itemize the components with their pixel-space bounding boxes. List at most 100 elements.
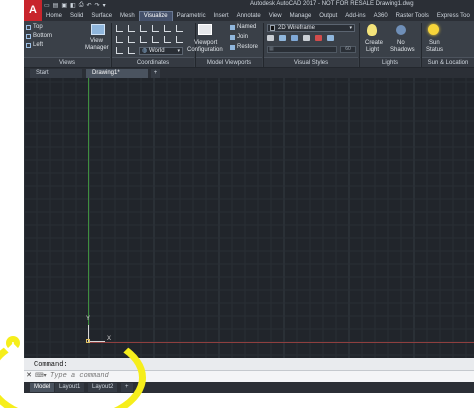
tab-raster-tools[interactable]: Raster Tools <box>392 11 433 21</box>
visual-style-tool-icon[interactable] <box>315 35 322 41</box>
ucs-value: World <box>149 48 165 54</box>
tab-output[interactable]: Output <box>315 11 341 21</box>
tab-add-ins[interactable]: Add-ins <box>341 11 369 21</box>
opacity-slider[interactable]: ▦ <box>267 46 337 53</box>
quick-access-icon[interactable]: ↶ <box>87 2 92 9</box>
quick-access-icon[interactable]: ◧ <box>70 2 76 9</box>
tab-mesh[interactable]: Mesh <box>116 11 139 21</box>
create-light-icon <box>367 24 377 36</box>
tab-annotate[interactable]: Annotate <box>233 11 265 21</box>
chevron-down-icon: ▾ <box>349 25 352 31</box>
ucs-tool-icon[interactable] <box>128 36 135 43</box>
viewport-config-label-2[interactable]: Configuration <box>187 47 223 53</box>
join-icon <box>230 35 235 40</box>
left-view-icon <box>26 43 31 48</box>
tab-a360[interactable]: A360 <box>370 11 392 21</box>
visual-style-tool-icon[interactable] <box>279 35 286 41</box>
chevron-down-icon: ▾ <box>177 48 180 54</box>
ucs-tool-icon[interactable] <box>116 25 123 32</box>
lights-panel-title[interactable]: Lights <box>360 57 420 67</box>
tab-solid[interactable]: Solid <box>66 11 87 21</box>
view-manager-label-2[interactable]: Manager <box>85 45 109 51</box>
tab-drawing1[interactable]: Drawing1* <box>86 69 148 78</box>
ucs-tool-icon[interactable] <box>128 47 135 54</box>
create-light-label-2[interactable]: Light <box>366 47 379 53</box>
tab-view[interactable]: View <box>265 11 286 21</box>
ucs-tool-icon[interactable] <box>176 36 183 43</box>
view-manager-label-1[interactable]: View <box>90 38 103 44</box>
no-shadows-icon <box>396 25 406 35</box>
viewport-config-label-1[interactable]: Viewport <box>194 40 217 46</box>
ribbon: Top Bottom Left View Manager Views ◍ Wor… <box>24 21 474 68</box>
ucs-y-axis-line <box>88 78 89 342</box>
ucs-tool-icon[interactable] <box>152 36 159 43</box>
quick-access-icon[interactable]: ⎙ <box>79 2 84 9</box>
top-view-icon <box>26 25 31 30</box>
ucs-x-axis-line <box>88 342 474 343</box>
restore-icon <box>230 45 235 50</box>
visual-style-tool-icon[interactable] <box>303 35 310 41</box>
views-panel-title[interactable]: Views <box>24 57 110 67</box>
named-viewports-button[interactable]: Named <box>237 24 256 30</box>
no-shadows-label-2[interactable]: Shadows <box>390 47 415 53</box>
ucs-tool-icon[interactable] <box>116 36 123 43</box>
quick-access-icon[interactable]: ▭ <box>44 2 50 9</box>
quick-access-icon[interactable]: ▾ <box>103 2 106 9</box>
visual-styles-panel-title[interactable]: Visual Styles <box>264 57 358 67</box>
tab-start[interactable]: Start <box>30 69 82 78</box>
tab-manage[interactable]: Manage <box>286 11 316 21</box>
ucs-tool-icon[interactable] <box>164 36 171 43</box>
ucs-tool-icon[interactable] <box>116 47 123 54</box>
opacity-icon: ▦ <box>269 46 274 52</box>
bottom-view-icon <box>26 34 31 39</box>
ucs-dropdown[interactable]: ◍ World ▾ <box>139 47 183 55</box>
sun-status-icon <box>428 24 439 35</box>
visual-style-tool-icon[interactable] <box>327 35 334 41</box>
tab-express-too[interactable]: Express Too <box>433 11 474 21</box>
sun-status-label-1[interactable]: Sun <box>429 40 440 46</box>
named-viewports-icon <box>230 25 235 30</box>
create-light-label-1[interactable]: Create <box>365 40 383 46</box>
viewport-configuration-icon <box>198 24 212 35</box>
ucs-tool-icon[interactable] <box>140 36 147 43</box>
new-tab-button[interactable]: + <box>151 69 160 78</box>
sun-location-panel-title[interactable]: Sun & Location <box>422 57 474 67</box>
tab-parametric[interactable]: Parametric <box>173 11 210 21</box>
tab-visualize[interactable]: Visualize <box>138 11 173 21</box>
join-button[interactable]: Join <box>237 34 248 40</box>
quick-access-icon[interactable]: ▤ <box>53 2 59 9</box>
ribbon-tab-bar: Home Solid Surface Mesh Visualize Parametric I… <box>42 11 474 21</box>
globe-icon: ◍ <box>142 48 148 54</box>
ucs-tool-icon[interactable] <box>152 25 159 32</box>
quick-access-toolbar: ▭ ▤ ▣ ◧ ⎙ ↶ ↷ ▾ <box>44 1 106 10</box>
restore-button[interactable]: Restore <box>237 44 258 50</box>
coordinates-panel-title[interactable]: Coordinates <box>112 57 194 67</box>
ucs-tool-icon[interactable] <box>128 25 135 32</box>
tab-insert[interactable]: Insert <box>210 11 233 21</box>
view-bottom[interactable]: Bottom <box>33 33 52 39</box>
ucs-tool-icon[interactable] <box>176 25 183 32</box>
tab-home[interactable]: Home <box>42 11 66 21</box>
ucs-y-label: Y <box>86 316 91 322</box>
visual-style-swatch-icon <box>270 25 275 31</box>
view-top[interactable]: Top <box>33 24 43 30</box>
quick-access-icon[interactable]: ▣ <box>61 2 67 9</box>
opacity-value[interactable]: 60 <box>340 46 356 53</box>
sun-status-label-2[interactable]: Status <box>426 47 443 53</box>
view-manager-icon <box>91 24 105 35</box>
ucs-tool-icon[interactable] <box>140 25 147 32</box>
visual-style-tool-icon[interactable] <box>267 35 274 41</box>
document-tab-bar: Start Drawing1* + <box>24 68 474 78</box>
visual-style-tool-icon[interactable] <box>291 35 298 41</box>
window-title: Autodesk AutoCAD 2017 - NOT FOR RESALE D… <box>250 1 414 7</box>
drawing-canvas[interactable]: Y X <box>24 78 474 358</box>
ucs-tool-icon[interactable] <box>164 25 171 32</box>
visual-style-dropdown[interactable]: 2D Wireframe ▾ <box>267 24 355 32</box>
view-left[interactable]: Left <box>33 42 43 48</box>
application-menu-button[interactable]: A <box>24 0 42 22</box>
model-viewports-panel-title[interactable]: Model Viewports <box>196 57 262 67</box>
highlight-annotation-mark <box>6 336 20 350</box>
tab-surface[interactable]: Surface <box>87 11 116 21</box>
quick-access-icon[interactable]: ↷ <box>95 2 100 9</box>
no-shadows-label-1[interactable]: No <box>397 40 405 46</box>
